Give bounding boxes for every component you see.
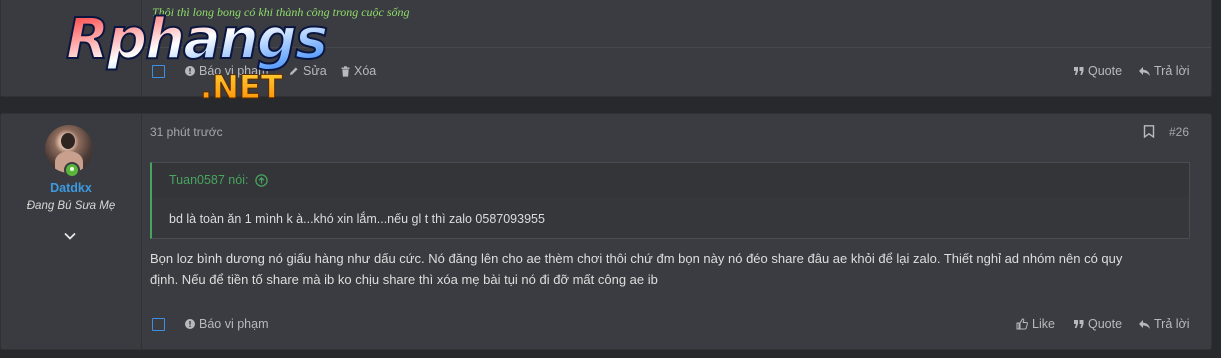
post-previous: Thôi thì long bong có khi thành công tro… [0, 0, 1212, 97]
username[interactable]: Datdkx [1, 181, 141, 195]
edit-label: Sửa [303, 64, 327, 78]
quote-link[interactable]: Quote [1074, 317, 1122, 331]
user-signature: Thôi thì long bong có khi thành công tro… [152, 5, 410, 19]
quote-link[interactable]: Quote [1074, 64, 1122, 78]
post-main: Thôi thì long bong có khi thành công tro… [141, 0, 1211, 96]
pencil-icon [290, 67, 298, 75]
edit-link[interactable]: Sửa [289, 64, 327, 78]
message-line: Bọn loz bình dương nó giấu hàng như dấu … [150, 251, 1123, 266]
like-label: Like [1032, 317, 1055, 331]
arrow-up-circle-icon[interactable] [255, 174, 268, 187]
quote-text: bd là toàn ăn 1 mình k à...khó xin lắm..… [169, 212, 545, 226]
info-icon [185, 66, 195, 76]
quote-author: Tuan0587 nói: [169, 173, 249, 187]
post-user-cell: Datdkx Đang Bú Sưa Mẹ [1, 114, 142, 349]
delete-label: Xóa [354, 64, 377, 78]
reply-link[interactable]: Trả lời [1139, 64, 1190, 78]
reply-icon [1139, 66, 1150, 76]
post-user-cell [1, 0, 142, 96]
message-body: Bọn loz bình dương nó giấu hàng như dấu … [150, 248, 1191, 290]
chevron-down-icon[interactable] [63, 229, 77, 243]
post-footer: Báo vi phạm Sửa Xóa Quote Trả lời [141, 47, 1211, 96]
thumbs-up-icon [1016, 318, 1028, 330]
select-post-checkbox[interactable] [152, 318, 165, 331]
quote-icon [1074, 67, 1084, 75]
post-main: 31 phút trước #26 Tuan0587 nói: bd là to… [141, 114, 1211, 349]
user-title: Đang Bú Sưa Mẹ [26, 200, 116, 212]
report-label: Báo vi phạm [199, 64, 269, 78]
quote-block: Tuan0587 nói: bd là toàn ăn 1 mình k à..… [150, 162, 1190, 239]
like-link[interactable]: Like [1016, 317, 1055, 331]
trash-icon [341, 65, 350, 77]
quote-label: Quote [1088, 317, 1123, 331]
report-link[interactable]: Báo vi phạm [185, 64, 268, 78]
report-label: Báo vi phạm [199, 317, 269, 331]
post: Datdkx Đang Bú Sưa Mẹ 31 phút trước #26 … [0, 113, 1212, 350]
reply-link[interactable]: Trả lời [1139, 317, 1190, 331]
quote-label: Quote [1088, 64, 1123, 78]
info-icon [185, 319, 195, 329]
reply-icon [1139, 319, 1150, 329]
reply-label: Trả lời [1154, 317, 1190, 331]
message-line: định. Nếu để tiền tố share mà ib ko chịu… [150, 272, 658, 287]
quote-icon [1074, 320, 1084, 328]
online-status-icon [64, 162, 80, 178]
post-footer: Báo vi phạm Like Quote Trả lời [141, 306, 1211, 349]
delete-link[interactable]: Xóa [341, 64, 376, 78]
post-number[interactable]: #26 [1169, 125, 1189, 139]
select-post-checkbox[interactable] [152, 65, 165, 78]
quote-header[interactable]: Tuan0587 nói: [152, 163, 1189, 197]
reply-label: Trả lời [1154, 64, 1190, 78]
post-timestamp[interactable]: 31 phút trước [150, 125, 223, 139]
report-link[interactable]: Báo vi phạm [185, 317, 268, 331]
bookmark-icon[interactable] [1143, 125, 1155, 139]
